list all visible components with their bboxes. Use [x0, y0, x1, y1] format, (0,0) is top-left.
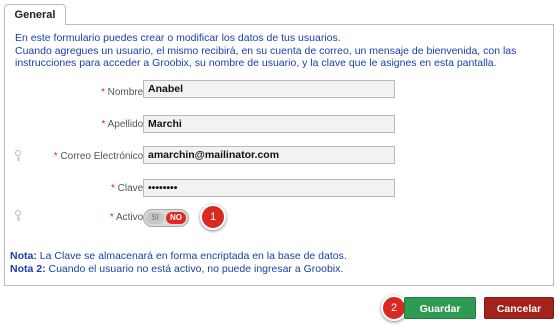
toggle-si: SI [146, 212, 164, 224]
activo-toggle[interactable]: SI NO [143, 209, 189, 227]
activo-label: * Activo: [110, 212, 146, 223]
activo-label-text: Activo: [115, 212, 146, 223]
required-mark: * [100, 87, 105, 98]
nombre-label-text: Nombre: [107, 87, 146, 98]
apellido-label-text: Apellido: [107, 119, 146, 130]
save-button[interactable]: Guardar [404, 297, 476, 319]
clave-label-text: Clave: [117, 183, 146, 194]
nombre-field[interactable]: Anabel [143, 80, 395, 98]
apellido-label: * Apellido: [102, 119, 147, 130]
required-mark: * [109, 212, 114, 223]
required-mark: * [53, 151, 58, 162]
nota-1: Nota: La Clave se almacenará en forma en… [10, 250, 347, 263]
nota-1-prefix: Nota: [10, 250, 37, 262]
nombre-label: * Nombre: [101, 87, 146, 98]
notes: Nota: La Clave se almacenará en forma en… [10, 250, 347, 275]
correo-label-text: Correo Electrónico: [60, 151, 146, 162]
correo-field[interactable]: amarchin@mailinator.com [143, 146, 395, 164]
nota-2-text: Cuando el usuario no está activo, no pue… [45, 262, 344, 275]
key-icon [15, 210, 21, 221]
nota-1-text: La Clave se almacenará en forma encripta… [36, 250, 347, 262]
apellido-field[interactable]: Marchi [143, 115, 395, 133]
tab-general[interactable]: General [4, 4, 66, 25]
intro-text: En este formulario puedes crear o modifi… [15, 32, 516, 70]
intro-line-1: En este formulario puedes crear o modifi… [15, 32, 341, 44]
required-mark: * [101, 119, 106, 130]
required-mark: * [110, 183, 115, 194]
cancel-button[interactable]: Cancelar [484, 297, 554, 319]
nota-2: Nota 2: Cuando el usuario no está activo… [10, 263, 347, 276]
toggle-no: NO [166, 212, 186, 224]
key-icon [15, 150, 21, 161]
clave-label: * Clave: [111, 183, 146, 194]
intro-line-2: Cuando agregues un usuario, el mismo rec… [15, 44, 517, 57]
correo-label: * Correo Electrónico: [54, 151, 146, 162]
clave-field[interactable]: •••••••• [143, 179, 395, 197]
intro-line-3: instrucciones para acceder a Groobix, su… [15, 57, 497, 69]
nota-2-prefix: Nota 2: [10, 262, 46, 275]
callout-1: 1 [200, 204, 226, 230]
